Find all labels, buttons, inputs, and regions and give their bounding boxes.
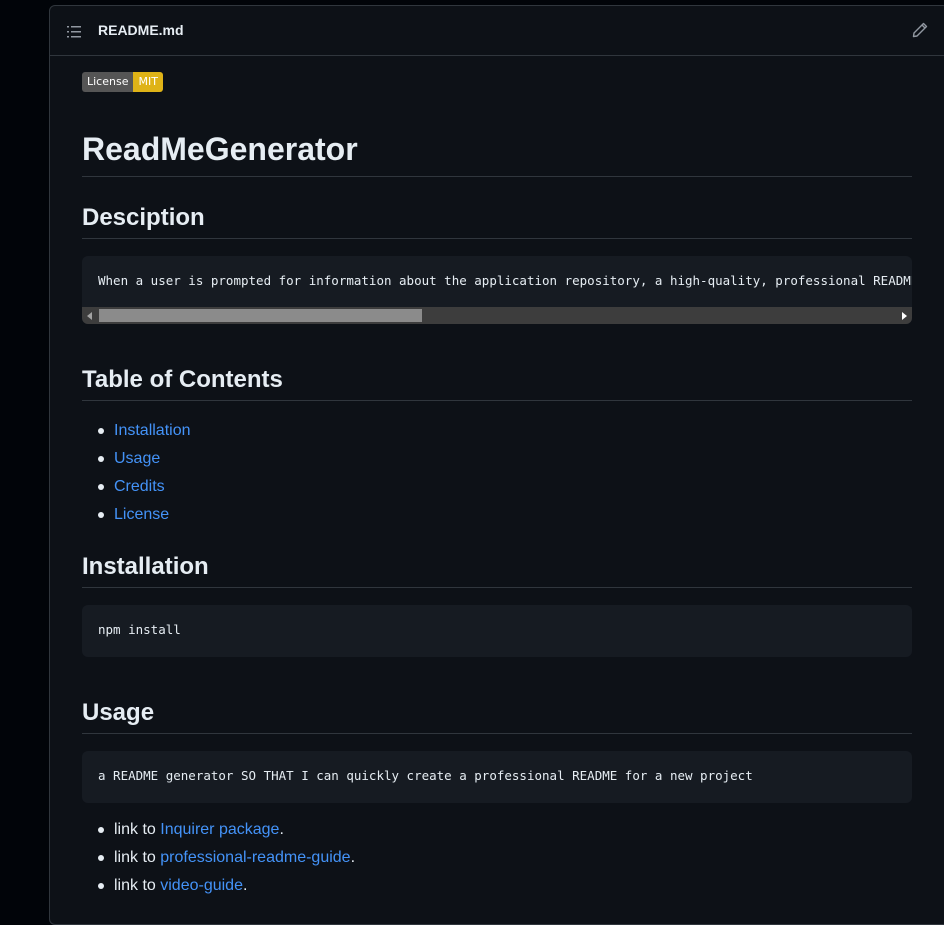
professional-readme-guide-link[interactable]: professional-readme-guide	[160, 849, 350, 866]
scrollbar-thumb[interactable]	[99, 309, 422, 322]
readme-header: README.md	[50, 6, 944, 56]
installation-code: npm install	[98, 622, 181, 637]
badge-label: License	[82, 72, 134, 92]
list-item: link to video-guide.	[97, 872, 355, 900]
toc-list: Installation Usage Credits License	[82, 417, 191, 529]
link-suffix: .	[350, 849, 356, 866]
file-name: README.md	[98, 22, 184, 38]
description-code-block: When a user is prompted for information …	[82, 256, 912, 324]
installation-heading: Installation	[82, 551, 912, 588]
usage-links-list: link to Inquirer package. link to profes…	[82, 816, 355, 900]
scroll-left-arrow-icon[interactable]	[87, 312, 92, 320]
page-title: ReadMeGenerator	[82, 128, 912, 177]
usage-code-block: a README generator SO THAT I can quickly…	[82, 751, 912, 803]
toc-heading: Table of Contents	[82, 364, 912, 401]
installation-code-block: npm install	[82, 605, 912, 657]
toc-link-installation[interactable]: Installation	[114, 422, 191, 439]
link-suffix: .	[242, 877, 248, 894]
license-badge[interactable]: License MIT	[82, 72, 163, 92]
link-suffix: .	[279, 821, 284, 838]
readme-panel: README.md License MIT ReadMeGenerator De…	[49, 5, 944, 925]
list-icon[interactable]	[66, 24, 82, 40]
toc-link-credits[interactable]: Credits	[114, 478, 165, 495]
badge-value: MIT	[133, 72, 163, 92]
toc-link-license[interactable]: License	[114, 506, 169, 523]
list-item: link to Inquirer package.	[97, 816, 355, 844]
usage-heading: Usage	[82, 697, 912, 734]
toc-item: Credits	[98, 473, 191, 501]
link-prefix: link to	[114, 821, 161, 838]
horizontal-scrollbar[interactable]	[82, 307, 912, 324]
toc-item: Installation	[98, 417, 191, 445]
toc-item: Usage	[98, 445, 191, 473]
description-code: When a user is prompted for information …	[98, 273, 912, 288]
list-item: link to professional-readme-guide.	[97, 844, 356, 872]
description-heading: Desciption	[82, 202, 912, 239]
scroll-right-arrow-icon[interactable]	[902, 312, 907, 320]
pencil-icon[interactable]	[912, 22, 928, 38]
video-guide-link[interactable]: video-guide	[160, 877, 243, 894]
toc-item: License	[98, 501, 191, 529]
link-prefix: link to	[114, 849, 161, 866]
toc-link-usage[interactable]: Usage	[114, 450, 160, 467]
link-prefix: link to	[114, 877, 161, 894]
usage-code: a README generator SO THAT I can quickly…	[98, 768, 753, 783]
inquirer-package-link[interactable]: Inquirer package	[160, 821, 279, 838]
